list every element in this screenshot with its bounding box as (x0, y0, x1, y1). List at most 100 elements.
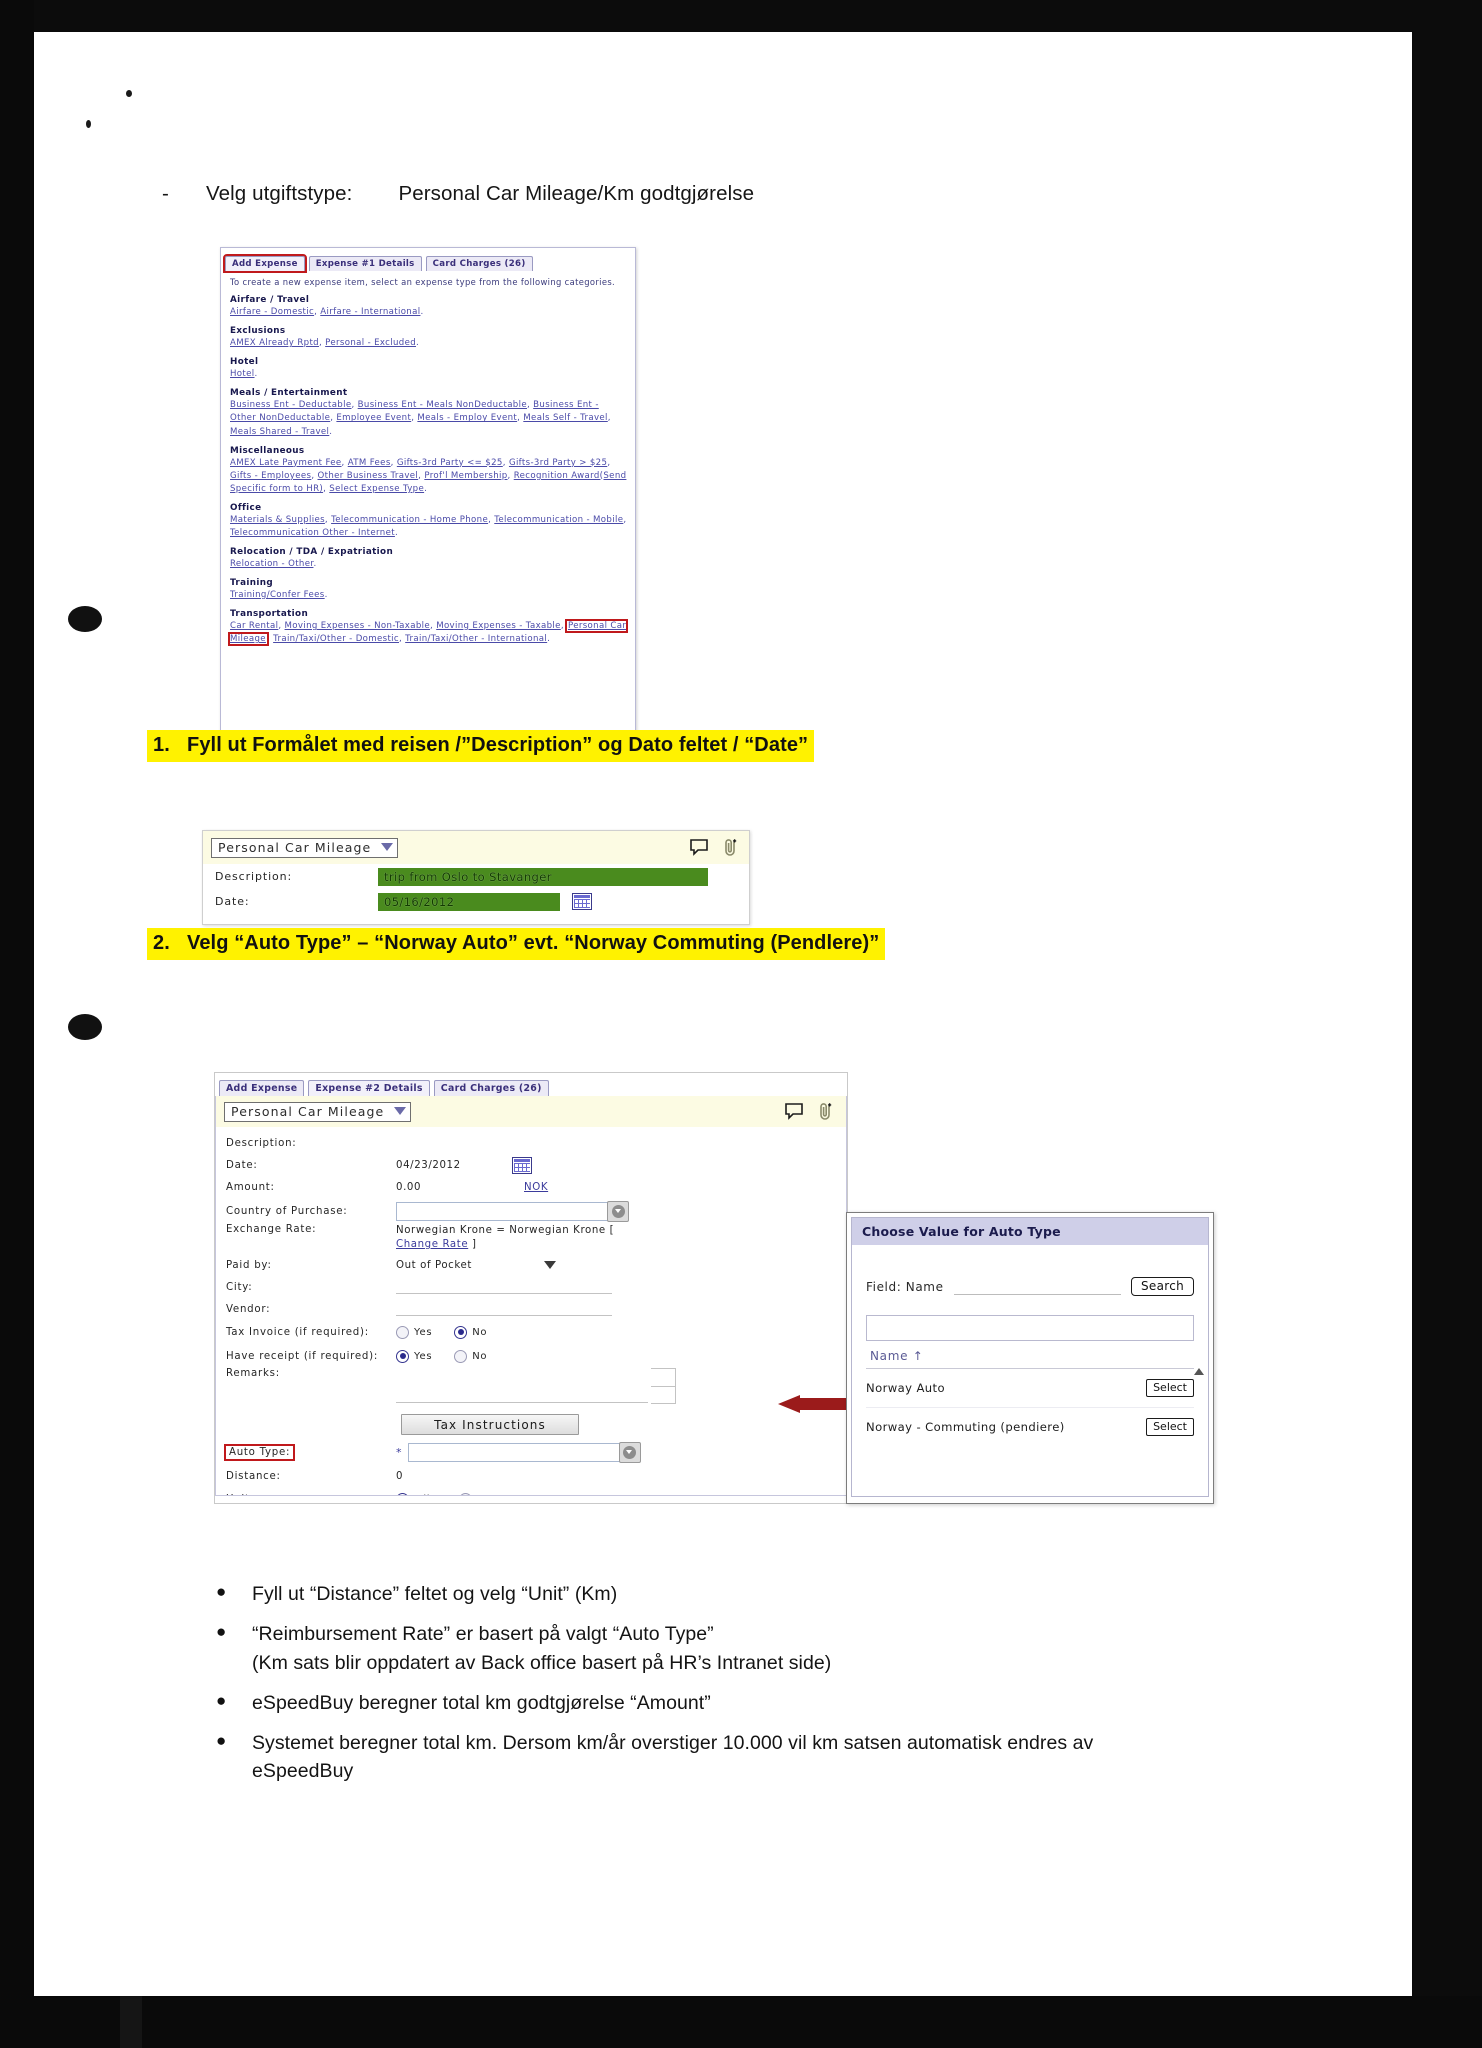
change-rate-link[interactable]: Change Rate (396, 1239, 468, 1250)
expense-type-link[interactable]: AMEX Already Rptd (230, 338, 319, 348)
city-input[interactable] (396, 1280, 612, 1294)
bullet-icon: ● (216, 1690, 227, 1710)
exchange-rate-text: Norwegian Krone = Norwegian Krone [ (396, 1225, 615, 1236)
tab-add-expense[interactable]: Add Expense (219, 1080, 305, 1096)
dialog-column-header-label: Name (870, 1349, 909, 1363)
date-input[interactable]: 05/16/2012 (378, 892, 560, 911)
have-receipt-radio-no[interactable] (454, 1349, 468, 1363)
chevron-down-icon[interactable] (544, 1261, 556, 1269)
paid-by-row: Paid by: Out of Pocket (216, 1254, 846, 1276)
lead-instruction-line: - Velg utgiftstype: Personal Car Mileage/K… (162, 182, 754, 206)
tax-invoice-radio-no[interactable] (454, 1325, 468, 1339)
unit-radio-mile[interactable] (396, 1492, 409, 1495)
paperclip-icon[interactable] (722, 838, 739, 857)
paid-by-value[interactable]: Out of Pocket (396, 1260, 544, 1271)
have-receipt-no-label: No (472, 1350, 488, 1362)
dialog-field-label: Field: Name (866, 1279, 944, 1294)
expense-type-dropdown[interactable]: Personal Car Mileage (211, 837, 399, 858)
search-button[interactable]: Search (1130, 1277, 1194, 1296)
remarks-expand-handle[interactable] (651, 1368, 676, 1404)
category-title-transportation: Transportation (230, 609, 309, 619)
expense-type-link[interactable]: Moving Expenses - Taxable (436, 621, 561, 631)
expense-type-link[interactable]: Meals Self - Travel (523, 413, 607, 423)
scroll-up-arrow-icon[interactable] (1194, 1368, 1204, 1375)
expense-type-link[interactable]: Personal - Excluded (325, 338, 416, 348)
expense-type-link[interactable]: Prof'l Membership (424, 471, 507, 481)
dialog-result-placeholder (866, 1315, 1194, 1341)
note-icon[interactable] (689, 839, 709, 856)
expense-type-link[interactable]: Moving Expenses - Non-Taxable (285, 621, 430, 631)
remarks-input[interactable] (396, 1368, 676, 1404)
expense-type-link[interactable]: Airfare - Domestic (230, 307, 314, 317)
auto-type-row: Auto Type: * (216, 1439, 846, 1465)
category-links-relocation: Relocation - Other. (230, 558, 317, 569)
expense-type-link[interactable]: Employee Event (336, 413, 411, 423)
expense-type-link[interactable]: Relocation - Other (230, 559, 313, 569)
expense-type-link[interactable]: Airfare - International (320, 307, 420, 317)
bullet-subtext: eSpeedBuy (252, 1760, 354, 1783)
select-button[interactable]: Select (1146, 1379, 1194, 1397)
lookup-chevron-icon[interactable] (607, 1200, 629, 1222)
expense-type-link[interactable]: Train/Taxi/Other - International (405, 634, 547, 644)
tax-instructions-button[interactable]: Tax Instructions (401, 1414, 579, 1435)
expense-type-link[interactable]: Telecommunication - Mobile (494, 515, 623, 525)
tab-card-charges[interactable]: Card Charges (26) (425, 256, 533, 271)
expense-type-link[interactable]: Business Ent - Meals NonDeductable (358, 400, 527, 410)
paperclip-icon[interactable] (817, 1102, 834, 1121)
expense-type-link[interactable]: Meals - Employ Event (417, 413, 517, 423)
expense-type-link[interactable]: Select Expense Type (329, 484, 424, 494)
expense-type-link[interactable]: Gifts-3rd Party <= $25 (397, 458, 503, 468)
lead-value: Personal Car Mileage/Km godtgjørelse (398, 182, 755, 205)
expense-type-link[interactable]: Gifts-3rd Party > $25 (509, 458, 607, 468)
bullet-subtext: (Km sats blir oppdatert av Back office b… (252, 1651, 832, 1674)
step-2-heading: 2. Velg “Auto Type” – “Norway Auto” evt. … (147, 928, 886, 960)
expense-2-tabs: Add Expense Expense #2 Details Card Char… (215, 1073, 847, 1096)
expense-type-link[interactable]: Telecommunication Other - Internet (230, 528, 395, 538)
vendor-input[interactable] (396, 1302, 612, 1316)
calendar-icon[interactable] (512, 1156, 532, 1174)
dialog-column-header[interactable]: Name ↑ (866, 1341, 1194, 1369)
expense-type-link[interactable]: Telecommunication - Home Phone (331, 515, 488, 525)
tab-expense-1-details[interactable]: Expense #1 Details (308, 256, 422, 271)
category-links-training: Training/Confer Fees. (230, 589, 328, 600)
sort-ascending-icon[interactable]: ↑ (913, 1349, 924, 1363)
have-receipt-radio-yes[interactable] (396, 1349, 409, 1363)
lookup-chevron-icon[interactable] (618, 1441, 641, 1463)
expense-2-detail-screenshot: Add Expense Expense #2 Details Card Char… (214, 1072, 848, 1504)
expense-type-link[interactable]: AMEX Late Payment Fee (230, 458, 342, 468)
tab-add-expense[interactable]: Add Expense (223, 254, 307, 273)
expense-type-link[interactable]: Hotel (230, 369, 255, 379)
unit-radio-km[interactable] (459, 1492, 473, 1495)
tab-card-charges[interactable]: Card Charges (26) (433, 1080, 549, 1096)
expense-type-link[interactable]: Training/Confer Fees (230, 590, 325, 600)
expense-type-link[interactable]: ATM Fees (348, 458, 391, 468)
expense-type-link[interactable]: Other Business Travel (318, 471, 419, 481)
category-links-hotel: Hotel. (230, 369, 258, 380)
expense-type-dropdown[interactable]: Personal Car Mileage (224, 1101, 412, 1122)
note-icon[interactable] (784, 1103, 804, 1120)
expense-type-link[interactable]: Gifts - Employees (230, 471, 311, 481)
tab-expense-2-details[interactable]: Expense #2 Details (308, 1080, 430, 1096)
expense-type-link[interactable]: Car Rental (230, 621, 278, 631)
remarks-label: Remarks: (226, 1368, 280, 1379)
category-links-airfare: Airfare - Domestic, Airfare - Internatio… (230, 307, 424, 318)
country-of-purchase-input[interactable] (396, 1201, 608, 1221)
select-button[interactable]: Select (1146, 1418, 1194, 1436)
expense-type-link[interactable]: Meals Shared - Travel (230, 427, 329, 437)
tax-invoice-radio-yes[interactable] (396, 1325, 409, 1339)
date-value[interactable]: 04/23/2012 (396, 1160, 512, 1171)
bullet-text: Systemet beregner total km. Dersom km/år… (252, 1732, 1094, 1755)
calendar-icon[interactable] (572, 893, 592, 910)
expense-type-link[interactable]: Materials & Supplies (230, 515, 325, 525)
amount-value[interactable]: 0.00 (396, 1182, 524, 1193)
unit-radios: Mile Km (396, 1492, 517, 1495)
tax-invoice-row: Tax Invoice (if required): Yes No (216, 1320, 846, 1344)
amount-currency-link[interactable]: NOK (524, 1182, 548, 1193)
dialog-search-input[interactable] (953, 1279, 1121, 1295)
expense-type-link[interactable]: Train/Taxi/Other - Domestic (273, 634, 399, 644)
auto-type-input[interactable] (407, 1442, 620, 1462)
distance-value[interactable]: 0 (396, 1471, 403, 1482)
expense-1-detail-screenshot: Personal Car Mileage Description: trip f… (202, 830, 750, 925)
expense-type-link[interactable]: Business Ent - Deductable (230, 400, 351, 410)
description-input[interactable]: trip from Oslo to Stavanger (378, 867, 708, 886)
